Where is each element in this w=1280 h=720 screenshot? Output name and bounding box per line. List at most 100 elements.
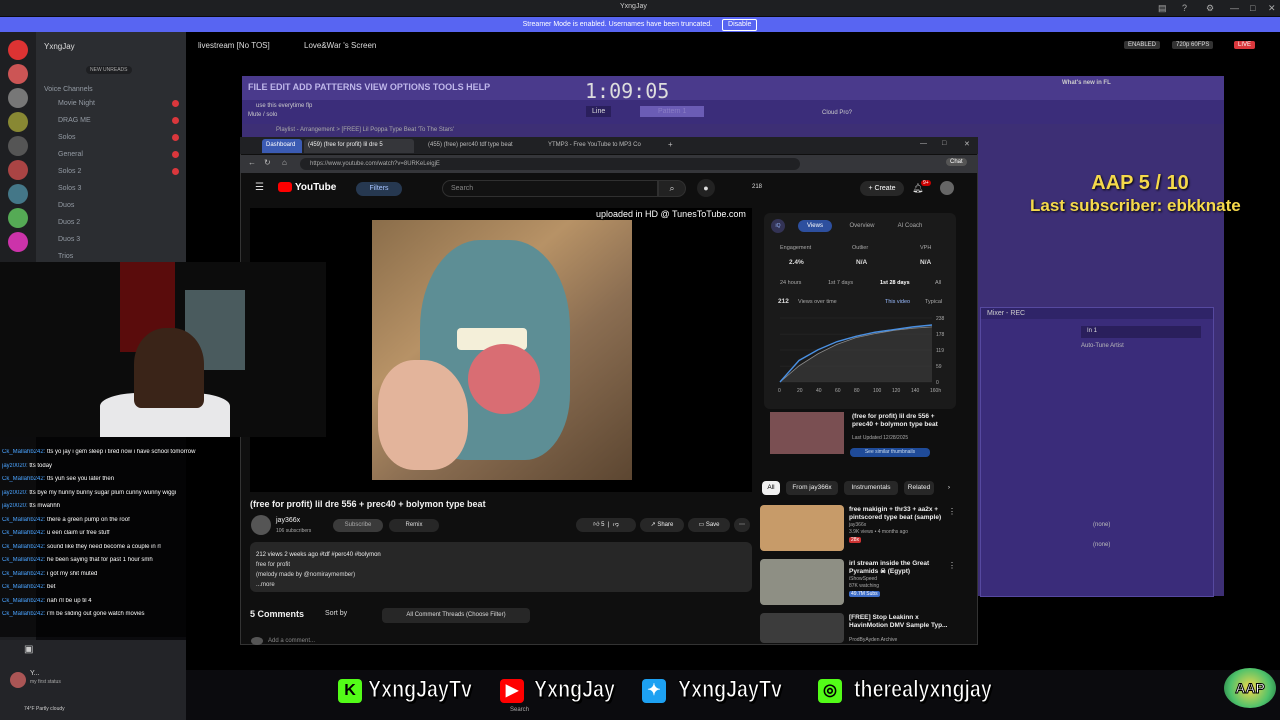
chat-username[interactable]: Ck_Mallahb242: [2,611,45,617]
mixer-fx-slot[interactable]: Auto-Tune Artist [1081,343,1124,349]
tab-overview[interactable]: Overview [842,220,882,232]
inbox-icon[interactable]: ▤ [1158,3,1167,14]
save-button[interactable]: ▭ Save [688,518,730,532]
server-icon[interactable] [8,40,28,60]
new-tab-icon[interactable]: + [668,140,673,149]
channel-drag-me[interactable]: DRAG ME [58,117,91,124]
channel-name[interactable]: jay366x [276,517,300,524]
channel-avatar[interactable] [251,515,271,535]
fl-pattern-select[interactable]: Pattern 1 [640,106,705,117]
chat-username[interactable]: Ck_Mallahb242: [2,598,45,604]
video-description[interactable]: 212 views 2 weeks ago #tdf #perc40 #boly… [250,542,752,592]
channel-duos-2[interactable]: Duos 2 [58,219,80,226]
channel-movie-night[interactable]: Movie Night [58,100,95,107]
range-24h[interactable]: 24 hours [780,280,801,286]
tab-ytmp3[interactable]: YTMP3 - Free YouTube to MP3 Co [544,139,654,153]
recommendation[interactable]: [FREE] Stop Leakinn x HavinMotion DMV Sa… [760,613,960,643]
channel-solos-2[interactable]: Solos 2 [58,168,81,175]
minimize-icon[interactable]: — [920,140,927,147]
tab-current-video[interactable]: (459) (free for profit) lil dre 5 [304,139,414,153]
channel-solos-3[interactable]: Solos 3 [58,185,81,192]
mixer-input[interactable]: In 1 [1081,326,1201,338]
chat-username[interactable]: Ck_Mallahb242: [2,517,45,523]
chat-username[interactable]: Ck_Mallahb242: [2,571,45,577]
recommendation[interactable]: irl stream inside the Great Pyramids ☠ (… [760,559,960,609]
description-more[interactable]: ...more [256,580,746,590]
server-icon[interactable] [8,88,28,108]
mic-icon[interactable]: ● [697,179,715,197]
more-icon[interactable]: ⋮ [948,561,956,570]
server-name[interactable]: YxngJay [44,42,75,51]
tab-ai-coach[interactable]: AI Coach [890,220,930,232]
suggestion-thumbnail[interactable] [770,412,844,454]
minimize-icon[interactable]: — [1230,3,1239,13]
disable-button[interactable]: Disable [722,19,758,31]
channel-trios[interactable]: Trios [58,253,73,260]
maximize-icon[interactable]: □ [942,140,946,147]
maximize-icon[interactable]: □ [1250,3,1255,13]
mixer-none-2[interactable]: (none) [1093,542,1110,548]
like-dislike-button[interactable]: 👍︎ 5 | 👎︎ [576,518,636,532]
sort-by-button[interactable]: Sort by [325,610,347,617]
server-icon[interactable] [8,184,28,204]
share-button[interactable]: ↗ Share [640,518,684,532]
reload-icon[interactable]: ↻ [264,158,271,167]
create-button[interactable]: + Create [860,181,904,196]
avatar[interactable] [940,181,954,195]
chip-from-channel[interactable]: From jay366x [786,481,838,495]
chat-username[interactable]: Ck_Mallahb242: [2,476,45,482]
channel-general[interactable]: General [58,151,83,158]
close-icon[interactable]: ✕ [964,140,970,148]
server-icon[interactable] [8,208,28,228]
chevron-right-icon[interactable]: › [942,481,956,495]
comment-filter-select[interactable]: All Comment Threads (Choose Filter) [382,608,530,623]
tab-views[interactable]: Views [798,220,832,232]
chat-button[interactable]: Chat [946,158,967,166]
home-icon[interactable]: ⌂ [282,158,287,167]
chip-instrumentals[interactable]: Instrumentals [844,481,898,495]
server-icon[interactable] [8,136,28,156]
more-icon[interactable]: ⋮ [948,507,956,516]
help-icon[interactable]: ? [1182,3,1187,13]
server-icon[interactable] [8,232,28,252]
chat-username[interactable]: Ck_Mallahb242: [2,584,45,590]
close-icon[interactable]: ✕ [1268,3,1276,14]
search-input[interactable]: Search [442,180,658,197]
add-comment-input[interactable]: Add a comment... [268,638,315,644]
server-icon[interactable] [8,160,28,180]
mixer-none-1[interactable]: (none) [1093,522,1110,528]
address-bar[interactable]: https://www.youtube.com/watch?v=8URKeLei… [300,158,800,170]
chat-username[interactable]: Ck_Mallahb242: [2,530,45,536]
taskbar-search[interactable]: Search [510,707,529,713]
fl-menu[interactable]: FILE EDIT ADD PATTERNS VIEW OPTIONS TOOL… [248,82,490,92]
category-label[interactable]: Voice Channels [44,86,93,93]
chip-related[interactable]: Related [904,481,934,495]
range-all[interactable]: All [935,280,941,286]
range-28d[interactable]: 1st 28 days [880,280,910,286]
menu-icon[interactable]: ☰ [255,182,264,193]
settings-icon[interactable]: ⚙ [1206,3,1214,14]
channel-solos[interactable]: Solos [58,134,76,141]
chat-username[interactable]: Ck_Mallahb242: [2,557,45,563]
tab-dashboard[interactable]: Dashboard [262,139,302,153]
server-icon[interactable] [8,112,28,132]
screen-share-icon[interactable]: ▣ [24,644,33,655]
chat-username[interactable]: jayz0020: [2,463,28,469]
channel-duos[interactable]: Duos [58,202,74,209]
search-icon[interactable]: ⌕ [658,180,686,197]
fl-line-select[interactable]: Line [586,106,612,117]
new-unreads-badge[interactable]: NEW UNREADS [86,66,132,74]
similar-thumbnails-button[interactable]: See similar thumbnails [850,448,930,457]
chip-all[interactable]: All [762,481,780,495]
channel-duos-3[interactable]: Duos 3 [58,236,80,243]
quality-badge[interactable]: 720p 60FPS [1172,41,1214,49]
range-7d[interactable]: 1st 7 days [828,280,853,286]
subscribe-button[interactable]: Subscribe [333,519,383,532]
chat-username[interactable]: jayz0020: [2,503,28,509]
remix-button[interactable]: Remix [389,519,439,532]
views-over-time-label[interactable]: Views over time [798,299,837,305]
youtube-logo[interactable]: YouTube [278,182,336,193]
chat-username[interactable]: Ck_Mallahb242: [2,544,45,550]
server-icon[interactable] [8,64,28,84]
back-icon[interactable]: ← [248,158,256,167]
